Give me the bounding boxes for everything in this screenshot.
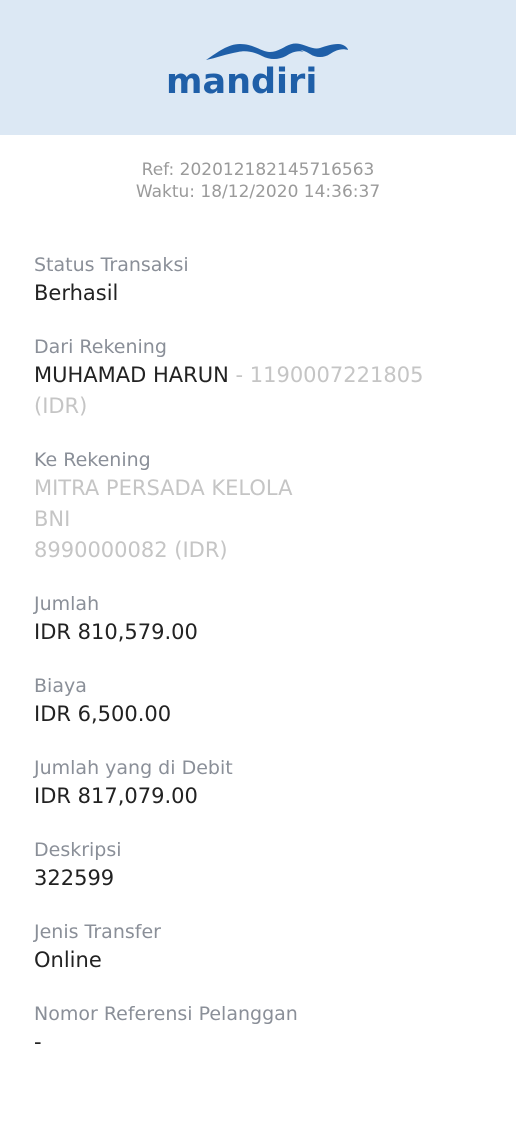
svg-text:mandiri: mandiri: [166, 62, 317, 98]
from-account-currency: (IDR): [34, 394, 88, 418]
status-label: Status Transaksi: [34, 254, 189, 276]
transfer-type-value: Online: [34, 948, 102, 972]
debited-field: Jumlah yang di Debit IDR 817,079.00: [34, 755, 482, 812]
from-account-field: Dari Rekening MUHAMAD HARUN - 1190007221…: [34, 334, 482, 422]
description-value: 322599: [34, 866, 115, 890]
fee-field: Biaya IDR 6,500.00: [34, 673, 482, 730]
mandiri-logo: mandiri: [166, 38, 350, 98]
status-field: Status Transaksi Berhasil: [34, 252, 482, 309]
amount-value: IDR 810,579.00: [34, 620, 198, 644]
amount-field: Jumlah IDR 810,579.00: [34, 591, 482, 648]
from-account-label: Dari Rekening: [34, 336, 167, 358]
to-account-number: 8990000082 (IDR): [34, 538, 228, 562]
reference-number: Ref: 202012182145716563: [141, 160, 375, 180]
to-account-label: Ke Rekening: [34, 449, 151, 471]
description-label: Deskripsi: [34, 839, 122, 861]
transaction-meta: Ref: 202012182145716563 Waktu: 18/12/202…: [0, 159, 516, 203]
fee-value: IDR 6,500.00: [34, 702, 172, 726]
transaction-details: Status Transaksi Berhasil Dari Rekening …: [0, 252, 516, 1058]
amount-label: Jumlah: [34, 593, 100, 615]
debited-label: Jumlah yang di Debit: [34, 757, 233, 779]
header-banner: mandiri: [0, 0, 516, 135]
transaction-time: Waktu: 18/12/2020 14:36:37: [135, 182, 381, 202]
from-account-value: MUHAMAD HARUN - 1190007221805 (IDR): [34, 360, 482, 422]
from-account-name: MUHAMAD HARUN: [34, 363, 229, 387]
fee-label: Biaya: [34, 675, 87, 697]
to-account-field: Ke Rekening MITRA PERSADA KELOLA BNI 899…: [34, 447, 482, 566]
to-account-name: MITRA PERSADA KELOLA: [34, 476, 293, 500]
customer-ref-field: Nomor Referensi Pelanggan -: [34, 1001, 482, 1058]
debited-value: IDR 817,079.00: [34, 784, 198, 808]
status-value: Berhasil: [34, 281, 119, 305]
from-account-number: - 1190007221805: [228, 363, 424, 387]
transfer-type-field: Jenis Transfer Online: [34, 919, 482, 976]
customer-ref-value: -: [34, 1030, 42, 1054]
customer-ref-label: Nomor Referensi Pelanggan: [34, 1003, 298, 1025]
to-account-value: MITRA PERSADA KELOLA BNI 8990000082 (IDR…: [34, 473, 482, 566]
to-account-bank: BNI: [34, 507, 71, 531]
description-field: Deskripsi 322599: [34, 837, 482, 894]
transfer-type-label: Jenis Transfer: [34, 921, 161, 943]
